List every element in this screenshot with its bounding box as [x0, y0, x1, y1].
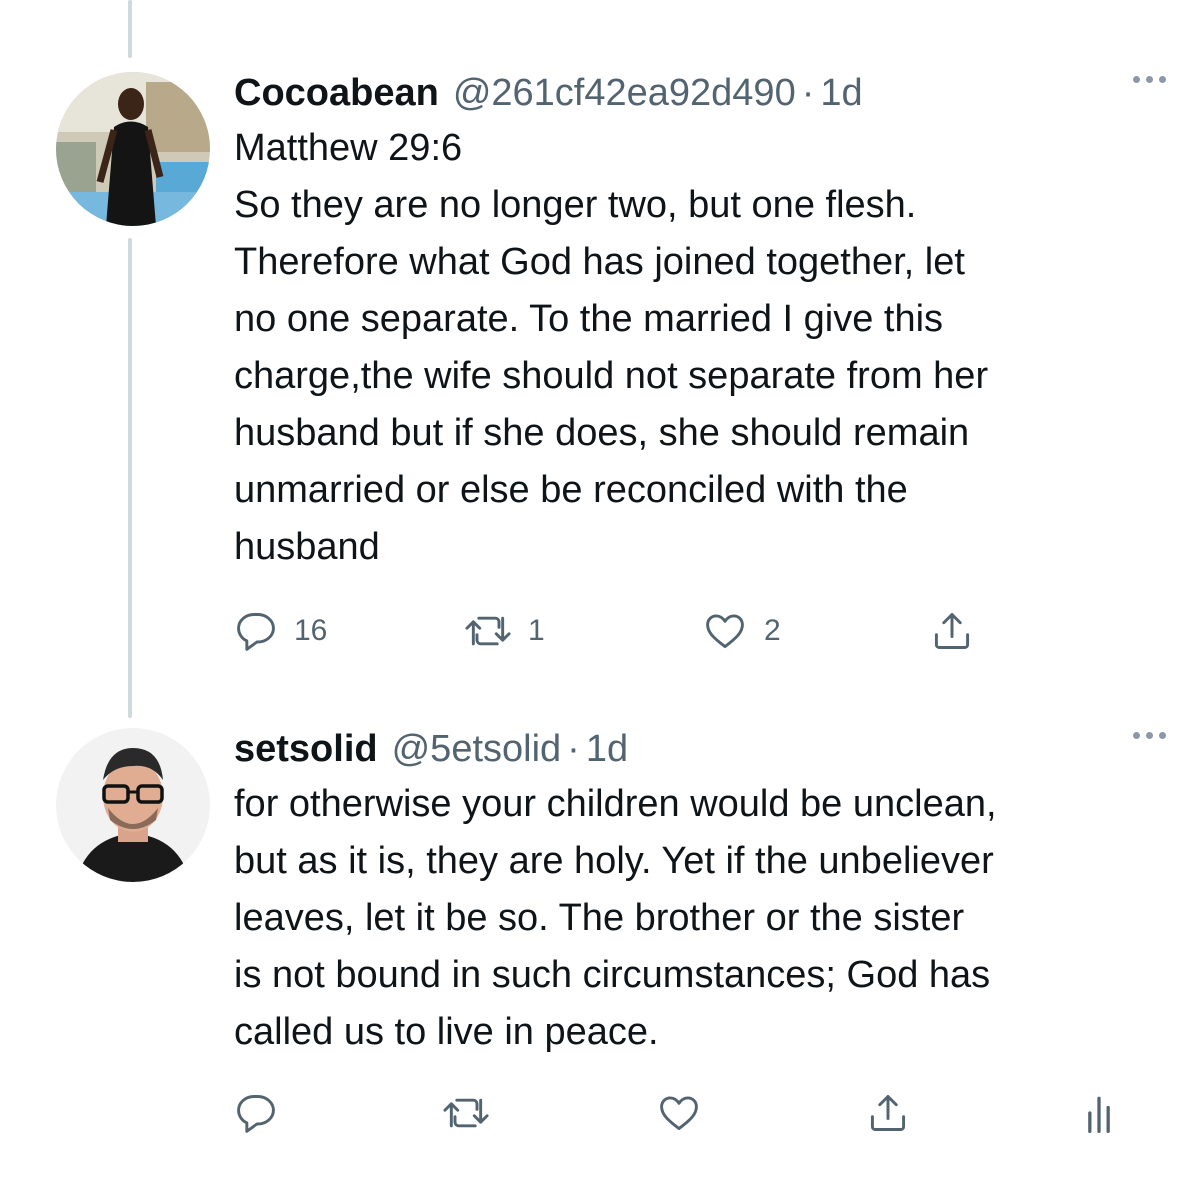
separator-dot: · [567, 728, 580, 770]
tweet-line: no one separate. To the married I give t… [234, 298, 944, 340]
tweet-header: Cocoabean @261cf42ea92d490 · 1d [234, 70, 1160, 116]
tweet-actions: 16 1 2 [234, 606, 1134, 656]
tweet-text: for otherwise your children would be unc… [234, 776, 1160, 1061]
retweet-icon [443, 1098, 489, 1128]
tweet-text: Matthew 29:6 So they are no longer two, … [234, 120, 1160, 576]
tweet-line: husband but if she does, she should rema… [234, 412, 970, 454]
tweet-line: husband [234, 526, 380, 568]
reply-button[interactable]: 16 [234, 606, 327, 656]
separator-dot: · [801, 72, 815, 114]
avatar-cocoabean[interactable] [56, 72, 210, 226]
retweet-button[interactable] [442, 1088, 490, 1138]
like-icon [660, 1096, 698, 1131]
analytics-icon [1088, 1096, 1110, 1133]
like-button[interactable] [656, 1088, 702, 1138]
retweet-button[interactable]: 1 [464, 606, 545, 656]
reply-button[interactable] [234, 1088, 278, 1138]
avatar-photo-cocoabean [56, 72, 210, 226]
avatar-setsolid[interactable] [56, 728, 210, 882]
share-icon [870, 1095, 906, 1131]
tweet-line: leaves, let it be so. The brother or the… [234, 897, 965, 939]
tweet-2[interactable]: setsolid @5etsolid · 1d for otherwise yo… [0, 720, 1200, 1183]
display-name[interactable]: Cocoabean [234, 70, 439, 116]
share-icon [934, 613, 970, 649]
user-handle[interactable]: @5etsolid [392, 726, 562, 772]
more-icon[interactable] [1133, 76, 1166, 83]
reply-icon [237, 1095, 275, 1133]
tweet-line: but as it is, they are holy. Yet if the … [234, 840, 994, 882]
share-button[interactable] [930, 606, 974, 656]
like-button[interactable]: 2 [702, 606, 781, 656]
reply-count: 16 [294, 614, 328, 647]
tweet-line: Therefore what God has joined together, … [234, 241, 965, 283]
tweet-header: setsolid @5etsolid · 1d [234, 726, 1160, 772]
tweet-line: called us to live in peace. [234, 1011, 659, 1053]
like-icon [706, 614, 744, 649]
like-count: 2 [764, 614, 781, 647]
user-handle[interactable]: @261cf42ea92d490 [453, 70, 796, 116]
tweet-line: for otherwise your children would be unc… [234, 783, 997, 825]
tweet-line: Matthew 29:6 [234, 127, 463, 169]
tweet-line: charge,the wife should not separate from… [234, 355, 989, 397]
more-icon[interactable] [1133, 732, 1166, 739]
analytics-button[interactable] [1084, 1088, 1114, 1138]
timestamp[interactable]: 1d [820, 70, 862, 116]
tweet-line: So they are no longer two, but one flesh… [234, 184, 917, 226]
retweet-icon [465, 616, 511, 646]
retweet-count: 1 [528, 614, 545, 647]
avatar-photo-setsolid [56, 728, 210, 882]
share-button[interactable] [866, 1088, 910, 1138]
tweet-line: unmarried or else be reconciled with the [234, 469, 908, 511]
display-name[interactable]: setsolid [234, 726, 378, 772]
tweet-line: is not bound in such circumstances; God … [234, 954, 991, 996]
tweet-actions [234, 1088, 1134, 1138]
reply-icon [237, 613, 275, 651]
timestamp[interactable]: 1d [586, 726, 628, 772]
tweet-1[interactable]: Cocoabean @261cf42ea92d490 · 1d Matthew … [0, 0, 1200, 700]
